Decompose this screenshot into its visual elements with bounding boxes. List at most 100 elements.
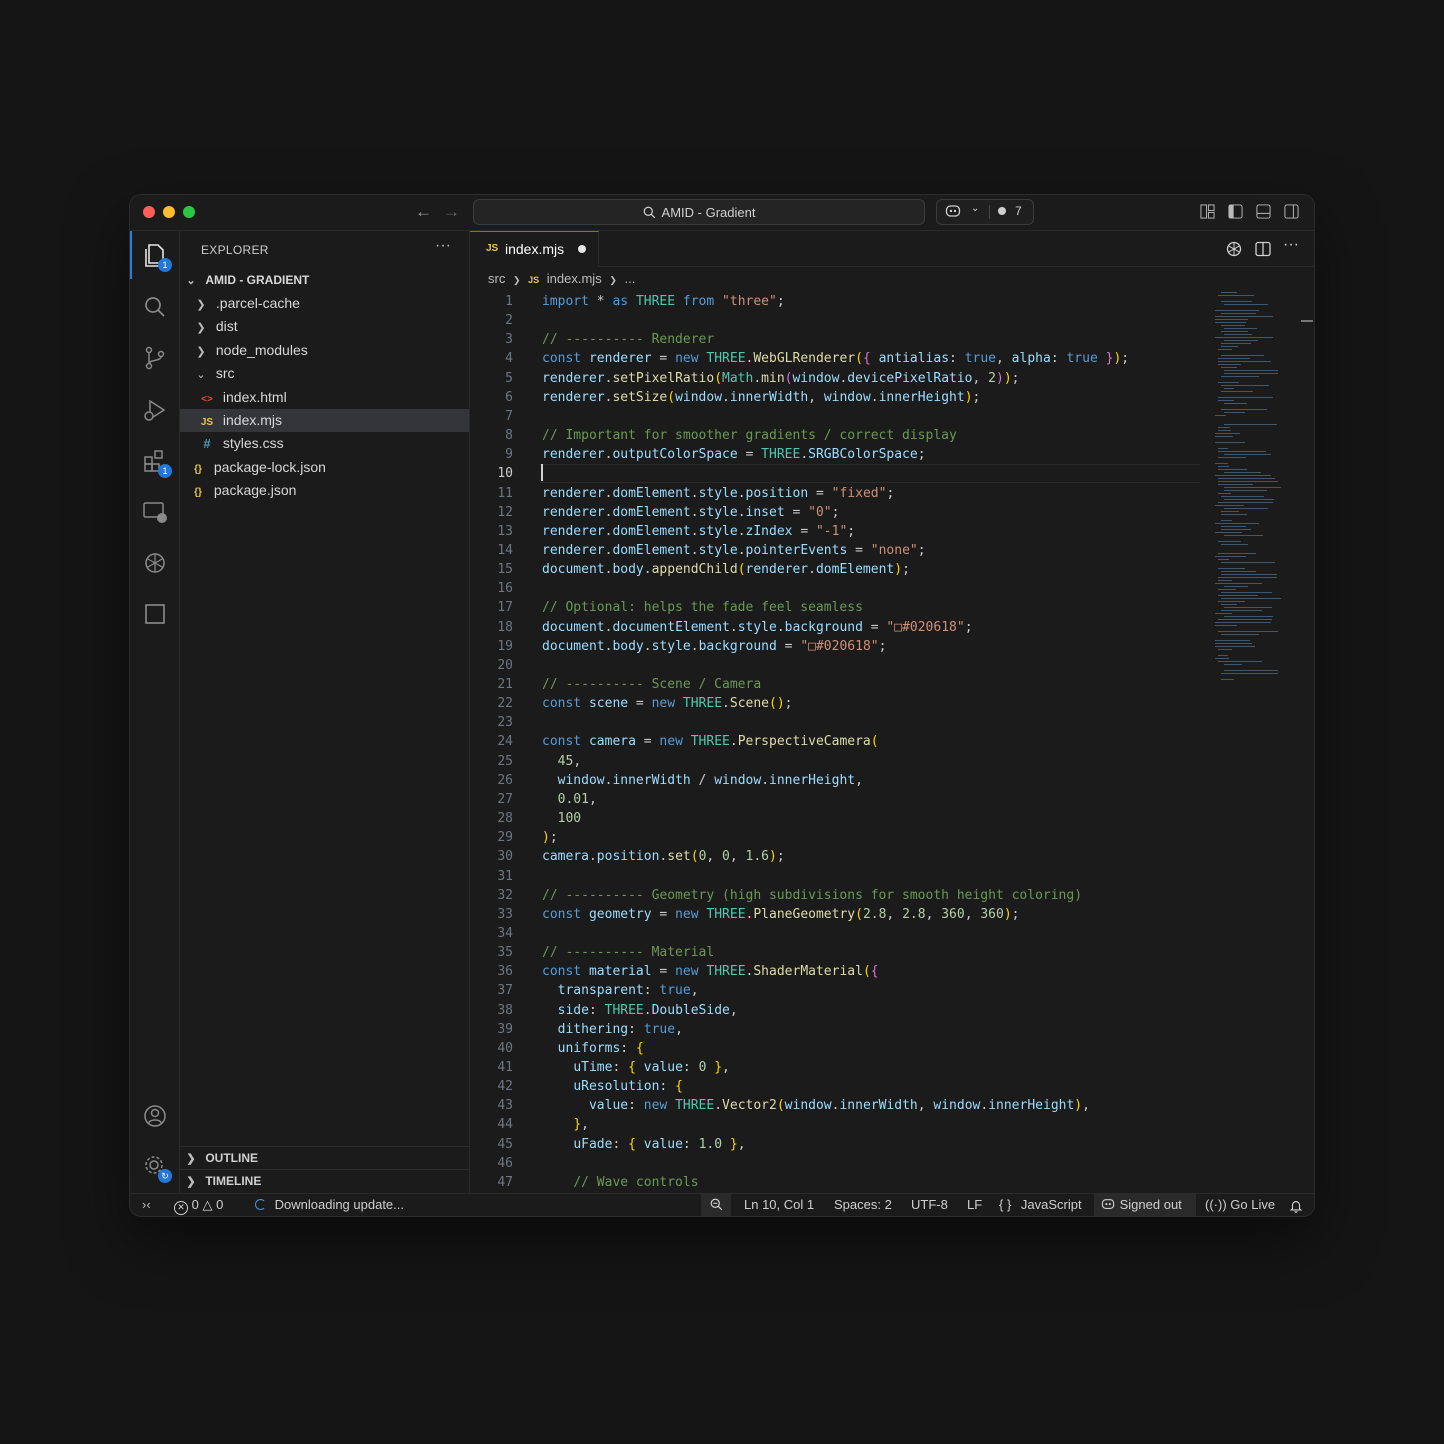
- code-line[interactable]: 9 renderer.outputColorSpace = THREE.SRGBC…: [470, 445, 1200, 464]
- code-line[interactable]: 24 const camera = new THREE.PerspectiveCa…: [470, 732, 1200, 751]
- bell-icon[interactable]: [1289, 1199, 1303, 1213]
- code-line[interactable]: 7: [470, 407, 1200, 426]
- run-debug-icon[interactable]: [141, 396, 169, 424]
- code-line[interactable]: 25 45,: [470, 752, 1200, 771]
- tree-item-parcel-cache[interactable]: ❯ .parcel-cache: [180, 292, 469, 315]
- code-line[interactable]: 2: [470, 311, 1200, 330]
- code-line[interactable]: 17 // Optional: helps the fade feel seaml…: [470, 598, 1200, 617]
- code-line[interactable]: 29);: [470, 828, 1200, 847]
- code-line[interactable]: 1 import * as THREE from "three";: [470, 292, 1200, 311]
- code-line[interactable]: 5 renderer.setPixelRatio(Math.min(window.…: [470, 369, 1200, 388]
- minimap[interactable]: [1215, 292, 1285, 692]
- code-line[interactable]: 19 document.body.style.background = "□#02…: [470, 637, 1200, 656]
- forward-arrow-icon[interactable]: →: [443, 202, 460, 222]
- toggle-secondary-sidebar-icon[interactable]: [1284, 204, 1299, 219]
- code-line[interactable]: 18 document.documentElement.style.backgro…: [470, 618, 1200, 637]
- more-actions-icon[interactable]: ···: [1283, 236, 1299, 254]
- code-line[interactable]: 40 uniforms: {: [470, 1039, 1200, 1058]
- problems-indicator[interactable]: ✕ 0 △ 0: [174, 1194, 223, 1216]
- code-line[interactable]: 36 const material = new THREE.ShaderMater…: [470, 962, 1200, 981]
- scroll-thumb[interactable]: [1301, 320, 1313, 322]
- tab-index-mjs[interactable]: JS index.mjs: [470, 231, 599, 267]
- code-line[interactable]: 34: [470, 924, 1200, 943]
- code-line[interactable]: 45 uFade: { value: 1.0 },: [470, 1135, 1200, 1154]
- code-line[interactable]: 31: [470, 867, 1200, 886]
- square-icon[interactable]: [141, 600, 169, 628]
- code-line[interactable]: 33 const geometry = new THREE.PlaneGeomet…: [470, 905, 1200, 924]
- accounts-status[interactable]: Signed out: [1094, 1194, 1196, 1216]
- tree-item-node-modules[interactable]: ❯ node_modules: [180, 339, 469, 362]
- source-control-icon[interactable]: [141, 344, 169, 372]
- tree-item-index-mjs[interactable]: JS index.mjs: [180, 409, 469, 432]
- language-mode[interactable]: { } JavaScript: [999, 1194, 1082, 1216]
- settings-gear-icon[interactable]: ↻: [141, 1152, 172, 1183]
- code-line[interactable]: 30 camera.position.set(0, 0, 1.6);: [470, 847, 1200, 866]
- close-window-button[interactable]: [143, 206, 155, 218]
- tree-item-src[interactable]: ⌄ src: [180, 362, 469, 385]
- breadcrumb-file[interactable]: index.mjs: [547, 271, 602, 286]
- zoom-indicator[interactable]: [701, 1194, 731, 1216]
- code-line[interactable]: 16: [470, 579, 1200, 598]
- code-line[interactable]: 23: [470, 713, 1200, 732]
- openai-icon[interactable]: [141, 549, 169, 577]
- code-line[interactable]: 20: [470, 656, 1200, 675]
- code-line[interactable]: 22 const scene = new THREE.Scene();: [470, 694, 1200, 713]
- code-line[interactable]: 27 0.01,: [470, 790, 1200, 809]
- back-arrow-icon[interactable]: ←: [415, 202, 432, 222]
- editor-scrollbar[interactable]: [1300, 292, 1314, 1192]
- code-line[interactable]: 11 renderer.domElement.style.position = "…: [470, 484, 1200, 503]
- sidebar-more-button[interactable]: ···: [435, 237, 451, 255]
- code-line[interactable]: 10: [470, 464, 1200, 484]
- openai-icon[interactable]: [1226, 241, 1242, 257]
- code-line[interactable]: 32 // ---------- Geometry (high subdivisi…: [470, 886, 1200, 905]
- tree-item-styles-css[interactable]: # styles.css: [180, 432, 469, 455]
- code-line[interactable]: 41 uTime: { value: 0 },: [470, 1058, 1200, 1077]
- code-line[interactable]: 35 // ---------- Material: [470, 943, 1200, 962]
- code-line[interactable]: 44 },: [470, 1115, 1200, 1134]
- extensions-icon[interactable]: 1: [141, 447, 172, 478]
- go-live-button[interactable]: ((·)) Go Live: [1205, 1194, 1275, 1216]
- indentation[interactable]: Spaces: 2: [834, 1194, 892, 1216]
- tree-item-index-html[interactable]: <> index.html: [180, 386, 469, 409]
- remote-indicator-icon[interactable]: ›‹: [142, 1194, 151, 1216]
- command-center[interactable]: AMID - Gradient: [473, 199, 925, 225]
- code-line[interactable]: 13 renderer.domElement.style.zIndex = "-1…: [470, 522, 1200, 541]
- code-line[interactable]: 42 uResolution: {: [470, 1077, 1200, 1096]
- update-status[interactable]: Downloading update...: [255, 1194, 404, 1216]
- breadcrumb-src[interactable]: src: [488, 271, 505, 286]
- toggle-primary-sidebar-icon[interactable]: [1228, 204, 1243, 219]
- code-line[interactable]: 12 renderer.domElement.style.inset = "0";: [470, 503, 1200, 522]
- code-line[interactable]: 15 document.body.appendChild(renderer.dom…: [470, 560, 1200, 579]
- code-editor[interactable]: 1 import * as THREE from "three"; 2 3// ---…: [470, 292, 1200, 1192]
- remote-explorer-icon[interactable]: [141, 498, 169, 526]
- code-line[interactable]: 39 dithering: true,: [470, 1020, 1200, 1039]
- tree-item-package-lock-json[interactable]: {} package-lock.json: [180, 456, 469, 479]
- code-line[interactable]: 21 // ---------- Scene / Camera: [470, 675, 1200, 694]
- toggle-panel-icon[interactable]: [1256, 204, 1271, 219]
- end-of-line[interactable]: LF: [967, 1194, 982, 1216]
- code-line[interactable]: 43 value: new THREE.Vector2(window.inner…: [470, 1096, 1200, 1115]
- timeline-section[interactable]: ❯ TIMELINE: [180, 1169, 469, 1193]
- code-line[interactable]: 8 // Important for smoother gradients / c…: [470, 426, 1200, 445]
- code-line[interactable]: 26 window.innerWidth / window.innerHeigh…: [470, 771, 1200, 790]
- agent-session-control[interactable]: ⌄ 7: [936, 199, 1034, 225]
- split-editor-icon[interactable]: [1255, 241, 1271, 257]
- cursor-position[interactable]: Ln 10, Col 1: [744, 1194, 814, 1216]
- outline-section[interactable]: ❯ OUTLINE: [180, 1146, 469, 1170]
- code-line[interactable]: 3 // ---------- Renderer: [470, 330, 1200, 349]
- breadcrumb-symbol[interactable]: ...: [625, 271, 636, 286]
- chevron-down-icon[interactable]: ⌄: [971, 203, 979, 214]
- encoding[interactable]: UTF-8: [911, 1194, 948, 1216]
- tree-root[interactable]: ⌄ AMID - GRADIENT: [180, 269, 469, 292]
- code-line[interactable]: 6 renderer.setSize(window.innerWidth, win…: [470, 388, 1200, 407]
- code-line[interactable]: 37 transparent: true,: [470, 981, 1200, 1000]
- code-line[interactable]: 38 side: THREE.DoubleSide,: [470, 1001, 1200, 1020]
- code-line[interactable]: 47 // Wave controls: [470, 1173, 1200, 1192]
- zoom-window-button[interactable]: [183, 206, 195, 218]
- customize-layout-icon[interactable]: [1200, 204, 1215, 219]
- minimize-window-button[interactable]: [163, 206, 175, 218]
- code-line[interactable]: 28 100: [470, 809, 1200, 828]
- code-line[interactable]: 46: [470, 1154, 1200, 1173]
- unsaved-dot-icon[interactable]: [578, 245, 586, 253]
- code-line[interactable]: 4 const renderer = new THREE.WebGLRendere…: [470, 349, 1200, 368]
